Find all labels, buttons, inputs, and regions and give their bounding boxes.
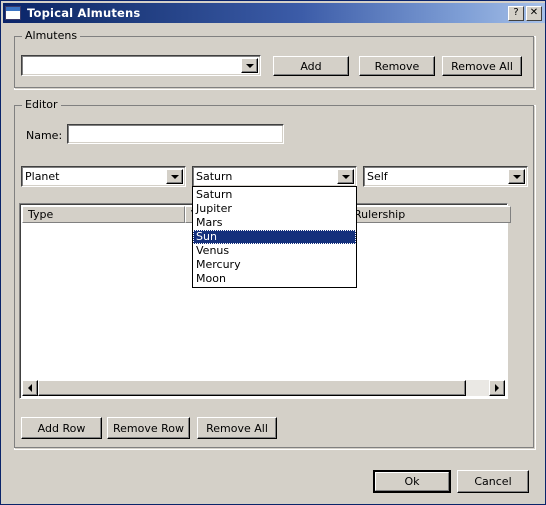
scroll-left-button[interactable] <box>22 380 38 396</box>
help-icon[interactable]: ? <box>508 5 524 21</box>
scroll-right-button[interactable] <box>489 380 505 396</box>
rulership-combo-value: Self <box>367 170 388 183</box>
remove-all-rows-button[interactable]: Remove All <box>197 417 277 439</box>
column-header-rulership[interactable]: Rulership <box>348 206 511 223</box>
scrollbar-thumb[interactable] <box>38 380 466 396</box>
planet-combo[interactable]: Saturn <box>192 166 357 187</box>
chevron-down-icon[interactable] <box>241 58 258 73</box>
dropdown-item-moon[interactable]: Moon <box>193 272 356 286</box>
dropdown-item-sun[interactable]: Sun <box>193 230 356 244</box>
horizontal-scrollbar[interactable] <box>22 380 505 396</box>
column-header-type[interactable]: Type <box>22 206 185 223</box>
almutens-group-label: Almutens <box>22 29 81 42</box>
almutens-combo[interactable] <box>21 55 261 76</box>
remove-row-button[interactable]: Remove Row <box>107 417 190 439</box>
title-bar: Topical Almutens ? ✕ <box>3 3 545 23</box>
window-icon <box>5 6 21 20</box>
dropdown-item-saturn[interactable]: Saturn <box>193 188 356 202</box>
title-bar-buttons: ? ✕ <box>508 5 542 21</box>
chevron-down-icon[interactable] <box>508 169 525 184</box>
dropdown-item-mercury[interactable]: Mercury <box>193 258 356 272</box>
editor-group-label: Editor <box>22 98 61 111</box>
cancel-button[interactable]: Cancel <box>457 470 529 493</box>
scrollbar-track[interactable] <box>38 380 489 396</box>
dropdown-item-venus[interactable]: Venus <box>193 244 356 258</box>
chevron-down-icon[interactable] <box>337 169 354 184</box>
remove-button[interactable]: Remove <box>359 56 435 76</box>
add-button[interactable]: Add <box>273 56 349 76</box>
ok-button-label: Ok <box>404 475 420 488</box>
rulership-combo[interactable]: Self <box>363 166 528 187</box>
add-row-button[interactable]: Add Row <box>21 417 102 439</box>
close-icon[interactable]: ✕ <box>526 5 542 21</box>
remove-all-button[interactable]: Remove All <box>442 56 522 76</box>
planet-dropdown-list[interactable]: Saturn Jupiter Mars Sun Venus Mercury Moon <box>192 186 357 288</box>
ok-button[interactable]: Ok <box>373 470 451 493</box>
type-combo[interactable]: Planet <box>21 166 186 187</box>
chevron-down-icon[interactable] <box>166 169 183 184</box>
dialog-window: Topical Almutens ? ✕ Almutens Add Remove… <box>0 0 546 505</box>
window-title: Topical Almutens <box>27 6 141 20</box>
name-label: Name: <box>26 129 63 142</box>
dropdown-item-mars[interactable]: Mars <box>193 216 356 230</box>
planet-combo-value: Saturn <box>196 170 233 183</box>
dropdown-item-jupiter[interactable]: Jupiter <box>193 202 356 216</box>
name-input[interactable] <box>67 124 284 144</box>
type-combo-value: Planet <box>25 170 60 183</box>
